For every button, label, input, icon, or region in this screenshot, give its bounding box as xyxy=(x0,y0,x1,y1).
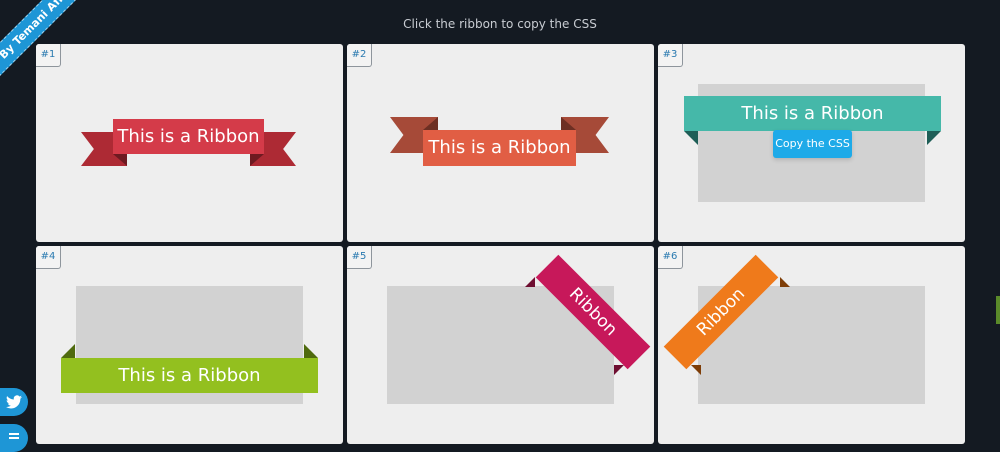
twitter-icon[interactable] xyxy=(0,388,28,416)
twitter-bird-glyph xyxy=(6,395,22,409)
ribbon-fold-left xyxy=(684,131,698,145)
card-number: #6 xyxy=(658,246,683,269)
codepen-icon[interactable] xyxy=(0,424,28,452)
card-number: #2 xyxy=(347,44,372,67)
copy-css-button[interactable]: Copy the CSS xyxy=(773,130,852,158)
card-number: #1 xyxy=(36,44,61,67)
ribbon-card-4: #4 This is a Ribbon xyxy=(36,246,343,444)
ribbon-card-2: #2 This is a Ribbon xyxy=(347,44,654,242)
ribbon-fold-right xyxy=(927,131,941,145)
ribbon-card-6: #6 Ribbon xyxy=(658,246,965,444)
ribbon-fold-top xyxy=(525,277,535,287)
card-number: #5 xyxy=(347,246,372,269)
ribbon-card-5: #5 Ribbon xyxy=(347,246,654,444)
codepen-glyph xyxy=(9,433,19,439)
page-hint: Click the ribbon to copy the CSS xyxy=(403,17,597,31)
ribbon-fold-right xyxy=(304,344,318,358)
ribbon-fold-left xyxy=(61,344,75,358)
ribbon-label[interactable]: This is a Ribbon xyxy=(684,96,941,131)
ribbon-label[interactable]: This is a Ribbon xyxy=(423,130,576,166)
card-number: #3 xyxy=(658,44,683,67)
ribbon-fold-bottom xyxy=(691,365,701,375)
ribbon-fold-top xyxy=(780,277,790,287)
card-number: #4 xyxy=(36,246,61,269)
ribbon-card-1: #1 This is a Ribbon xyxy=(36,44,343,242)
ribbon-label[interactable]: This is a Ribbon xyxy=(61,358,318,393)
ribbon-card-3: #3 This is a Ribbon Copy the CSS xyxy=(658,44,965,242)
side-tab[interactable] xyxy=(996,296,1000,324)
ribbon-label[interactable]: This is a Ribbon xyxy=(113,119,264,154)
ribbon-fold-bottom xyxy=(614,365,624,375)
